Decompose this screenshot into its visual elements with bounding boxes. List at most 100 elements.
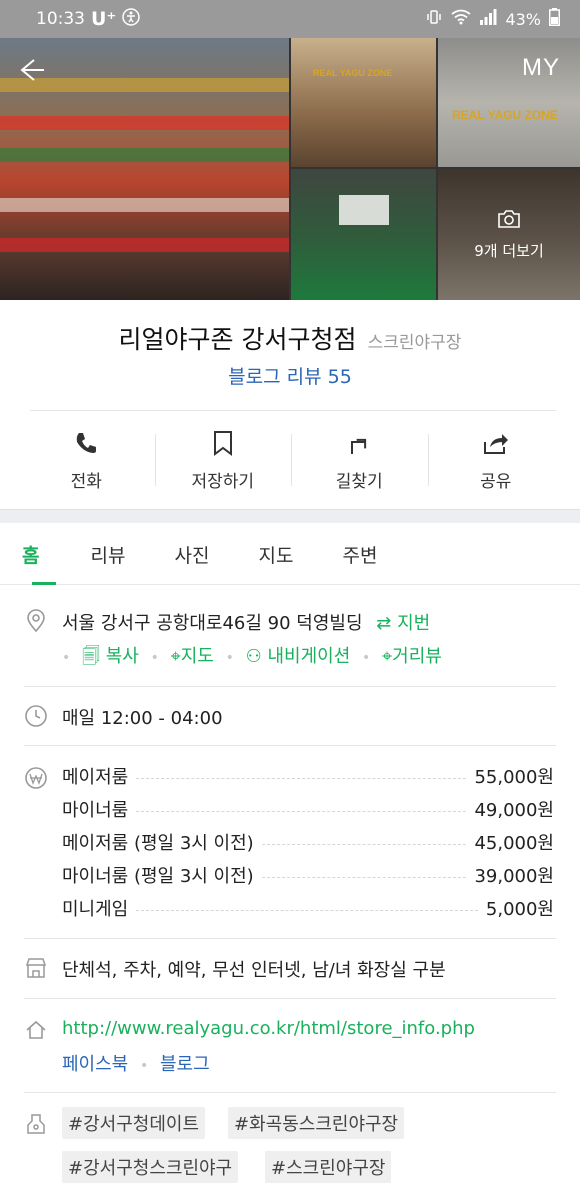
- call-label: 전화: [70, 471, 102, 492]
- place-category: 스크린야구장: [367, 333, 462, 353]
- keyword-tag[interactable]: #강서구청스크린야구: [62, 1151, 239, 1183]
- price-row: 메이저룸 (평일 3시 이전) 45,000원: [62, 829, 554, 855]
- clock-icon: [24, 704, 48, 728]
- tab-review[interactable]: 리뷰: [66, 523, 150, 585]
- directions-button[interactable]: 길찾기: [291, 412, 428, 508]
- divider: [24, 998, 556, 999]
- sign-band: [0, 116, 289, 130]
- photo-gallery[interactable]: REAL YAGU ZONE REAL YAGU ZONE 9개 더보기: [0, 38, 580, 300]
- store-icon: [24, 956, 48, 980]
- homepage-link[interactable]: http://www.realyagu.co.kr/html/store_inf…: [62, 1018, 475, 1039]
- separator-dot: •: [139, 1058, 149, 1074]
- dotted-leader: [136, 777, 467, 779]
- directions-label: 길찾기: [335, 471, 383, 492]
- tab-nearby[interactable]: 주변: [318, 523, 402, 585]
- streetview-label: 거리뷰: [392, 646, 442, 667]
- more-photos-button[interactable]: 9개 더보기: [438, 169, 580, 300]
- keyword-tag[interactable]: #강서구청데이트: [62, 1107, 206, 1139]
- call-button[interactable]: 전화: [18, 412, 155, 508]
- sign-band: [0, 198, 289, 212]
- signal-icon: [479, 9, 497, 29]
- copy-link[interactable]: 🗐 복사: [82, 646, 139, 667]
- tab-photo[interactable]: 사진: [150, 523, 234, 585]
- price-item-value: 45,000원: [474, 833, 554, 854]
- back-button[interactable]: [14, 54, 46, 86]
- price-item-name: 미니게임: [62, 899, 129, 920]
- address-row: 서울 강서구 공항대로46길 90 덕영빌딩 ⇄ 지번: [62, 609, 430, 635]
- won-icon: [24, 766, 48, 790]
- streetview-link[interactable]: ⌖거리뷰: [382, 646, 442, 667]
- price-row: 마이너룸 49,000원: [62, 796, 554, 822]
- swap-icon: ⇄: [376, 613, 392, 634]
- phone-icon: [72, 429, 100, 457]
- tab-map[interactable]: 지도: [234, 523, 318, 585]
- copy-label: 복사: [105, 646, 139, 667]
- separator-dot: •: [362, 650, 371, 666]
- dotted-leader: [136, 909, 478, 911]
- battery-icon: [549, 8, 560, 30]
- share-label: 공유: [480, 471, 512, 492]
- tag-icon: [24, 1112, 48, 1136]
- directions-icon: [345, 429, 373, 457]
- interior-photo[interactable]: REAL YAGU ZONE: [291, 38, 436, 167]
- map-label: 지도: [180, 646, 214, 667]
- share-button[interactable]: 공유: [427, 412, 565, 508]
- vibrate-icon: [425, 8, 443, 30]
- separator-dot: •: [225, 650, 234, 666]
- status-time: 10:33: [36, 9, 85, 29]
- separator-dot: •: [62, 650, 71, 666]
- zone-sign-text: REAL YAGU ZONE: [452, 108, 558, 122]
- divider: [24, 1092, 556, 1093]
- address-text[interactable]: 서울 강서구 공항대로46길 90 덕영빌딩: [62, 613, 363, 634]
- navigation-link[interactable]: ⚇ 내비게이션: [246, 646, 351, 667]
- amenities-text: 단체석, 주차, 예약, 무선 인터넷, 남/녀 화장실 구분: [62, 960, 446, 981]
- battery-percent: 43%: [505, 9, 541, 29]
- car-icon: ⚇: [245, 646, 262, 667]
- accessibility-icon: [122, 7, 141, 31]
- dotted-leader: [261, 843, 467, 845]
- screen-shape: [339, 195, 389, 225]
- price-item-value: 55,000원: [474, 767, 554, 788]
- price-row: 메이저룸 55,000원: [62, 763, 554, 789]
- navigation-label: 내비게이션: [267, 646, 351, 667]
- carrier-label: U⁺: [91, 8, 117, 30]
- streetview-pin-icon: ⌖: [382, 646, 393, 667]
- social-links: 페이스북 • 블로그: [62, 1050, 210, 1076]
- keyword-tag[interactable]: #스크린야구장: [265, 1151, 392, 1183]
- blog-review-link[interactable]: 블로그 리뷰 55: [0, 362, 580, 389]
- sign-band: [0, 148, 289, 162]
- price-row: 미니게임 5,000원: [62, 895, 554, 921]
- divider: [24, 686, 556, 687]
- blog-link[interactable]: 블로그: [160, 1054, 210, 1075]
- separator-dot: •: [150, 650, 159, 666]
- copy-icon: 🗐: [82, 646, 100, 667]
- tab-bar: 홈 리뷰 사진 지도 주변: [0, 523, 580, 585]
- bookmark-icon: [209, 429, 237, 457]
- price-item-value: 5,000원: [485, 899, 554, 920]
- jibun-toggle[interactable]: ⇄ 지번: [376, 613, 430, 634]
- batting-cage-photo[interactable]: [291, 169, 436, 300]
- pin-icon: ⌖: [170, 646, 181, 667]
- location-pin-icon: [24, 609, 48, 633]
- price-item-name: 마이너룸 (평일 3시 이전): [62, 866, 254, 887]
- place-name: 리얼야구존 강서구청점: [118, 325, 357, 354]
- my-button[interactable]: MY: [522, 54, 560, 82]
- more-photos-label: 9개 더보기: [474, 242, 544, 260]
- action-bar: 전화 저장하기 길찾기 공유: [18, 412, 564, 508]
- status-bar: 10:33 U⁺ 43%: [0, 0, 580, 38]
- keyword-tag[interactable]: #화곡동스크린야구장: [228, 1107, 405, 1139]
- map-link[interactable]: ⌖지도: [171, 646, 214, 667]
- business-hours: 매일 12:00 - 04:00: [62, 708, 223, 729]
- wifi-icon: [451, 9, 471, 29]
- divider: [30, 410, 556, 411]
- place-title-row: 리얼야구존 강서구청점 스크린야구장: [0, 320, 580, 356]
- facebook-link[interactable]: 페이스북: [62, 1054, 128, 1075]
- save-button[interactable]: 저장하기: [154, 412, 292, 508]
- tab-home[interactable]: 홈: [22, 523, 66, 585]
- back-arrow-icon: [20, 59, 44, 81]
- jibun-label: 지번: [397, 613, 431, 634]
- save-label: 저장하기: [191, 471, 255, 492]
- address-links: • 🗐 복사 • ⌖지도 • ⚇ 내비게이션 • ⌖거리뷰: [62, 642, 442, 674]
- divider: [24, 745, 556, 746]
- price-item-value: 39,000원: [474, 866, 554, 887]
